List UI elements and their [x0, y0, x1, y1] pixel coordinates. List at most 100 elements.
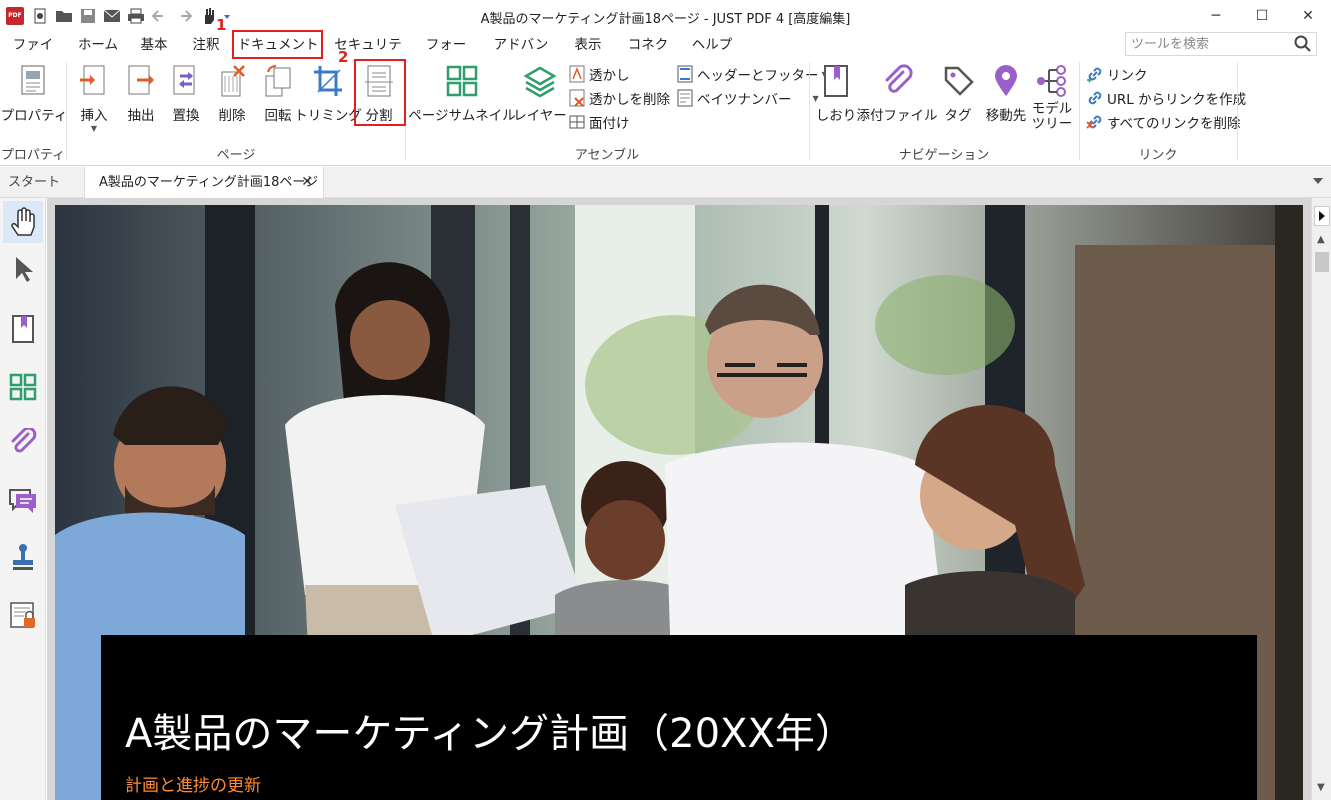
tab-annotation[interactable]: 注釈	[188, 32, 224, 58]
insert-dropdown-icon[interactable]: ▼	[91, 124, 97, 133]
tab-list-dropdown-icon[interactable]	[1313, 178, 1323, 184]
thumbnails-panel-icon[interactable]	[3, 366, 43, 408]
group-label-page: ページ	[216, 148, 256, 163]
crop-icon	[310, 62, 346, 100]
split-document-button[interactable]: 分割	[356, 62, 402, 124]
model-tree-button[interactable]: モデル ツリー	[1030, 62, 1074, 132]
close-tab-icon[interactable]: ✕	[301, 167, 313, 198]
close-button[interactable]: ✕	[1285, 0, 1331, 32]
tab-view[interactable]: 表示	[570, 32, 606, 58]
insert-page-button[interactable]: 挿入 ▼	[72, 62, 116, 133]
layer-button[interactable]: レイヤー	[513, 62, 567, 124]
properties-button[interactable]: プロパティ	[1, 62, 67, 124]
document-tab[interactable]: A製品のマーケティング計画18ページ ✕	[84, 167, 324, 198]
properties-icon	[16, 62, 52, 100]
step-2-label: 2	[338, 48, 349, 66]
tag-icon	[940, 62, 976, 100]
insert-page-icon	[76, 62, 112, 100]
stamp-panel-icon[interactable]	[3, 536, 43, 578]
save-icon[interactable]	[78, 6, 98, 26]
bookmarks-panel-icon[interactable]	[3, 308, 43, 350]
document-viewport[interactable]: A製品のマーケティング計画（20XX年） 計画と進捗の更新	[47, 198, 1311, 800]
remove-watermark-button[interactable]: 透かしを削除	[568, 87, 670, 109]
tab-basic[interactable]: 基本	[136, 32, 172, 58]
remove-watermark-icon	[568, 89, 586, 107]
bookmark-button[interactable]: しおり	[814, 62, 858, 124]
replace-page-button[interactable]: 置換	[164, 62, 208, 124]
attachment-button[interactable]: 添付ファイル	[857, 62, 938, 124]
tab-document[interactable]: ドキュメント	[236, 32, 320, 58]
header-footer-button[interactable]: ヘッダーとフッター ▼	[676, 63, 828, 85]
document-tab-bar: スタート A製品のマーケティング計画18ページ ✕	[0, 167, 1331, 198]
bates-number-icon	[676, 89, 694, 107]
imposition-button[interactable]: 面付け	[568, 111, 630, 133]
quick-access-toolbar	[30, 6, 232, 26]
comments-panel-icon[interactable]	[3, 480, 43, 522]
document-tab-label: A製品のマーケティング計画18ページ	[99, 175, 319, 190]
tab-connector[interactable]: コネクタ	[622, 32, 674, 79]
extract-page-icon	[123, 62, 159, 100]
scroll-down-icon[interactable]: ▼	[1317, 782, 1325, 793]
open-folder-icon[interactable]	[54, 6, 74, 26]
maximize-button[interactable]: ☐	[1239, 0, 1285, 32]
group-label-link: リンク	[1138, 148, 1178, 163]
redo-icon[interactable]	[174, 6, 194, 26]
delete-page-button[interactable]: 削除	[210, 62, 254, 124]
tool-search-input[interactable]	[1126, 33, 1286, 55]
start-tab[interactable]: スタート	[0, 167, 84, 198]
tab-file[interactable]: ファイル	[8, 32, 58, 79]
left-tool-panel	[0, 198, 46, 800]
title-banner: A製品のマーケティング計画（20XX年） 計画と進捗の更新	[101, 637, 1257, 800]
window-controls: ─ ☐ ✕	[1193, 0, 1331, 32]
group-separator	[1237, 62, 1238, 160]
undo-icon[interactable]	[150, 6, 170, 26]
delete-page-icon	[214, 62, 250, 100]
watermark-button[interactable]: 透かし	[568, 63, 630, 85]
new-document-icon[interactable]	[30, 6, 50, 26]
vertical-scrollbar[interactable]: ▲ ▼	[1311, 198, 1331, 800]
page-thumbnail-icon	[444, 62, 480, 100]
print-icon[interactable]	[126, 6, 146, 26]
security-panel-icon[interactable]	[3, 594, 43, 636]
minimize-button[interactable]: ─	[1193, 0, 1239, 32]
attachments-panel-icon[interactable]	[3, 422, 43, 464]
link-from-url-button[interactable]: URL からリンクを作成	[1086, 87, 1246, 109]
app-logo-icon: PDF	[6, 7, 24, 25]
scroll-thumb[interactable]	[1315, 252, 1329, 272]
title-bar: PDF A製品のマーケティング計画18ページ - JUST PDF 4 [高度編…	[0, 0, 1331, 32]
split-document-icon	[361, 62, 397, 100]
tag-button[interactable]: タグ	[936, 62, 980, 124]
location-pin-icon	[988, 62, 1024, 100]
group-label-assemble: アセンブル	[574, 148, 640, 163]
group-label-properties: プロパティ	[0, 148, 66, 163]
layers-icon	[522, 62, 558, 100]
bates-number-button[interactable]: ベイツナンバー ▼	[676, 87, 819, 109]
email-icon[interactable]	[102, 6, 122, 26]
expand-panel-icon[interactable]	[1314, 206, 1330, 226]
hand-tool-icon[interactable]	[3, 201, 43, 243]
tab-home[interactable]: ホーム	[76, 32, 120, 58]
remove-all-links-button[interactable]: すべてのリンクを削除	[1086, 111, 1241, 133]
model-tree-icon	[1034, 62, 1070, 100]
page-thumbnail-button[interactable]: ページサムネイル	[408, 62, 516, 124]
tab-form[interactable]: フォーム	[420, 32, 472, 79]
trim-page-button[interactable]: トリミング	[294, 62, 362, 124]
document-title: A製品のマーケティング計画（20XX年）	[125, 711, 855, 757]
replace-page-icon	[168, 62, 204, 100]
select-arrow-icon[interactable]	[3, 248, 43, 290]
extract-page-button[interactable]: 抽出	[120, 62, 162, 124]
destination-button[interactable]: 移動先	[982, 62, 1030, 124]
scroll-up-icon[interactable]: ▲	[1317, 234, 1325, 245]
search-icon[interactable]	[1294, 35, 1312, 53]
hand-tool-icon[interactable]	[198, 6, 218, 26]
paperclip-icon	[879, 62, 915, 100]
document-subtitle: 計画と進捗の更新	[125, 776, 261, 796]
step-1-label: 1	[216, 16, 227, 34]
tab-help[interactable]: ヘルプ	[690, 32, 734, 58]
imposition-icon	[568, 113, 586, 131]
tab-advance[interactable]: アドバンス	[488, 32, 554, 79]
bookmark-icon	[818, 62, 854, 100]
pdf-page: A製品のマーケティング計画（20XX年） 計画と進捗の更新	[55, 205, 1303, 800]
ribbon: プロパティ プロパティ 挿入 ▼ 抽出 置換 削除 回転 トリミング 分割 ペー…	[0, 58, 1331, 166]
link-button[interactable]: リンク	[1086, 63, 1148, 85]
